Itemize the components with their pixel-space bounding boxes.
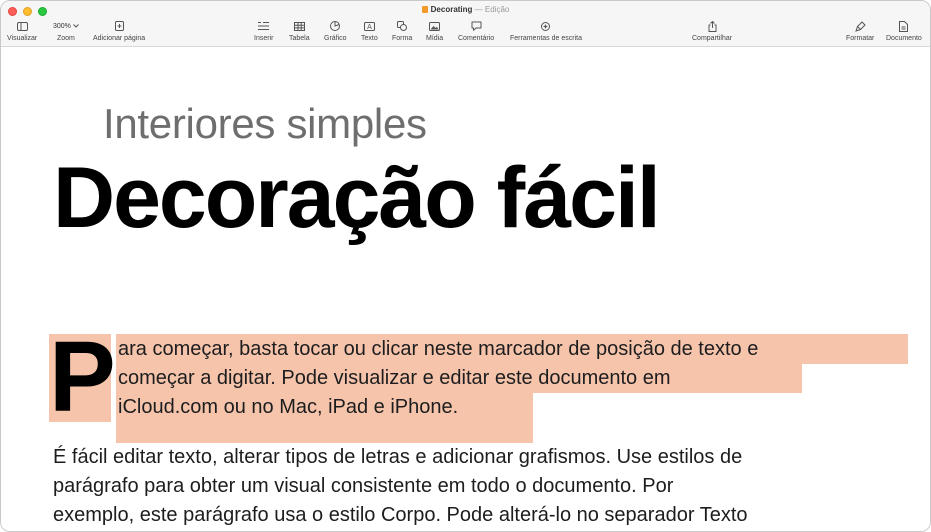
table-button[interactable]: Tabela — [289, 19, 310, 42]
text-box-button[interactable]: A Texto — [361, 19, 378, 42]
insert-icon — [258, 19, 270, 33]
document-icon — [899, 19, 909, 33]
shape-icon — [397, 19, 408, 33]
table-icon — [293, 19, 305, 33]
sidebar-icon — [16, 19, 28, 33]
table-label: Tabela — [289, 35, 310, 42]
view-label: Visualizar — [7, 35, 38, 42]
paragraph-line[interactable]: exemplo, este parágrafo usa o estilo Cor… — [53, 503, 748, 527]
add-page-icon — [114, 19, 124, 33]
insert-label: Inserir — [254, 35, 274, 42]
document-subtitle[interactable]: Interiores simples — [103, 100, 427, 148]
chevron-down-icon — [73, 24, 79, 28]
media-button[interactable]: Mídia — [426, 19, 443, 42]
writing-tools-label: Ferramentas de escrita — [510, 35, 582, 42]
chart-button[interactable]: Gráfico — [324, 19, 347, 42]
comment-label: Comentário — [458, 35, 495, 42]
format-button[interactable]: Formatar — [846, 19, 874, 42]
document-canvas[interactable]: Interiores simples Decoração fácil P ara… — [1, 47, 930, 531]
chart-label: Gráfico — [324, 35, 347, 42]
pages-window: Decorating — Edição Visualizar 300% Zoom — [0, 0, 931, 532]
zoom-select[interactable]: 300% — [50, 20, 82, 32]
paragraph-line[interactable]: ara começar, basta tocar ou clicar neste… — [118, 337, 758, 361]
svg-text:A: A — [367, 24, 372, 31]
drop-cap[interactable]: P — [49, 327, 116, 427]
insert-button[interactable]: Inserir — [254, 19, 273, 42]
shape-label: Forma — [392, 35, 413, 42]
document-name: Decorating — [430, 5, 473, 14]
chart-icon — [330, 19, 341, 33]
share-button[interactable]: Compartilhar — [692, 19, 732, 42]
text-box-icon: A — [363, 19, 375, 33]
add-page-label: Adicionar página — [93, 35, 146, 42]
window-title: Decorating — Edição — [1, 5, 930, 14]
toolbar: Decorating — Edição Visualizar 300% Zoom — [1, 1, 930, 47]
document-status: — Edição — [474, 5, 510, 14]
paragraph-line[interactable]: parágrafo para obter um visual consisten… — [53, 474, 673, 498]
paragraph-line[interactable]: iCloud.com ou no Mac, iPad e iPhone. — [118, 395, 458, 419]
shape-button[interactable]: Forma — [392, 19, 412, 42]
writing-tools-icon — [540, 19, 551, 33]
zoom-label: Zoom — [57, 35, 75, 42]
share-label: Compartilhar — [692, 35, 733, 42]
pages-doc-icon — [421, 6, 428, 13]
comment-icon — [471, 19, 482, 33]
zoom-value: 300% — [53, 22, 71, 30]
format-brush-icon — [854, 19, 866, 33]
add-page-button[interactable]: Adicionar página — [93, 19, 145, 42]
document-button[interactable]: Documento — [886, 19, 922, 42]
document-label: Documento — [886, 35, 922, 42]
view-button[interactable]: Visualizar — [7, 19, 37, 42]
paragraph-line[interactable]: começar a digitar. Pode visualizar e edi… — [118, 366, 671, 390]
zoom-control[interactable]: 300% Zoom — [50, 19, 82, 42]
share-icon — [708, 19, 717, 33]
paragraph-line[interactable]: É fácil editar texto, alterar tipos de l… — [53, 445, 742, 469]
text-box-label: Texto — [361, 35, 378, 42]
media-label: Mídia — [426, 35, 444, 42]
writing-tools-button[interactable]: Ferramentas de escrita — [510, 19, 582, 42]
comment-button[interactable]: Comentário — [458, 19, 494, 42]
document-title[interactable]: Decoração fácil — [53, 155, 661, 241]
media-icon — [429, 19, 441, 33]
format-label: Formatar — [846, 35, 875, 42]
